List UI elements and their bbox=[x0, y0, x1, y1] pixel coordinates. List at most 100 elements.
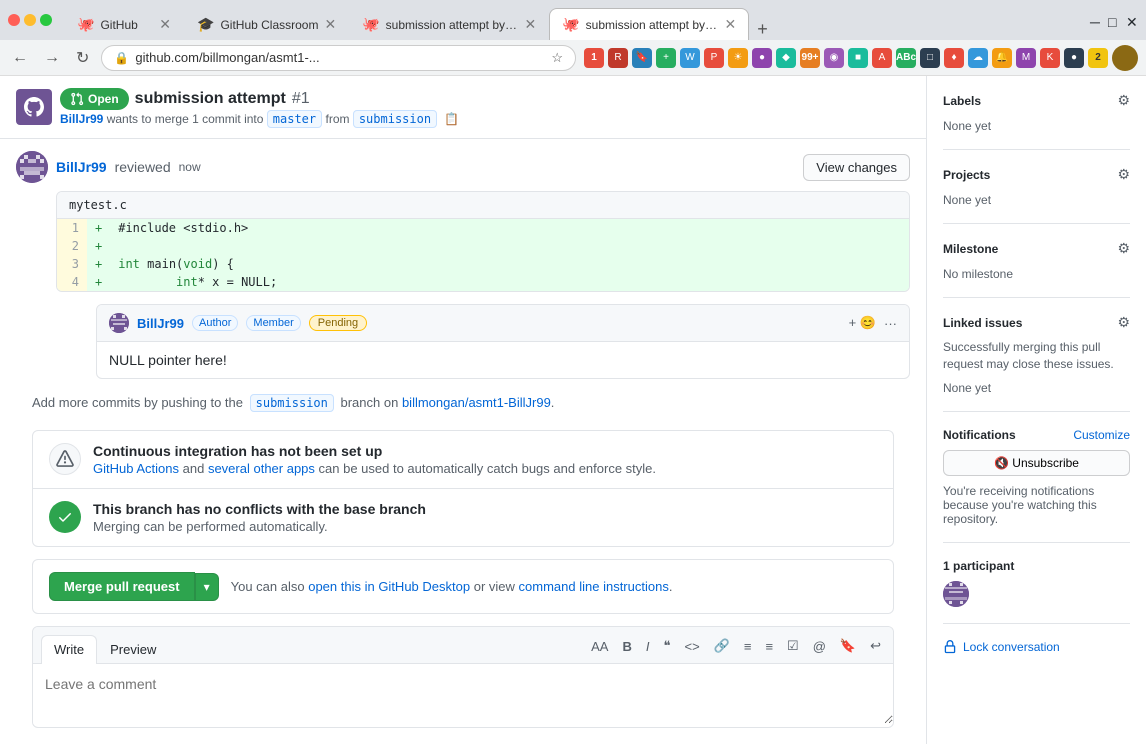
user-repo-link[interactable]: billmongan/asmt1-BillJr99 bbox=[402, 395, 551, 410]
ext-11[interactable]: ◉ bbox=[824, 48, 844, 68]
view-changes-button[interactable]: View changes bbox=[803, 154, 910, 181]
notifications-header: Notifications Customize bbox=[943, 428, 1130, 442]
sidebar-milestone-header: Milestone ⚙ bbox=[943, 240, 1130, 257]
linked-issues-gear-icon[interactable]: ⚙ bbox=[1117, 314, 1130, 331]
browser-tabs: 🐙 GitHub ✕ 🎓 GitHub Classroom ✕ 🐙 submis… bbox=[64, 0, 1078, 40]
ext-3[interactable]: 🔖 bbox=[632, 48, 652, 68]
projects-value: None yet bbox=[943, 193, 991, 207]
tab-pr2[interactable]: 🐙 submission attempt by BillJr99 ✕ bbox=[549, 8, 749, 40]
tab-classroom[interactable]: 🎓 GitHub Classroom ✕ bbox=[184, 8, 349, 40]
numbered-btn[interactable]: ≡ bbox=[761, 637, 777, 656]
close-icon[interactable]: ✕ bbox=[1126, 14, 1138, 26]
forward-button[interactable]: → bbox=[40, 45, 64, 71]
save-btn[interactable]: 🔖 bbox=[836, 636, 860, 656]
ext-12[interactable]: ■ bbox=[848, 48, 868, 68]
ext-22[interactable]: 2 bbox=[1088, 48, 1108, 68]
ext-6[interactable]: P bbox=[704, 48, 724, 68]
tag-pending: Pending bbox=[309, 315, 367, 331]
ext-1[interactable]: 1 bbox=[584, 48, 604, 68]
profile-avatar[interactable] bbox=[1112, 45, 1138, 71]
comment-more-button[interactable]: ··· bbox=[884, 316, 897, 331]
reload-button[interactable]: ↻ bbox=[72, 44, 93, 72]
ext-7[interactable]: ☀ bbox=[728, 48, 748, 68]
ext-4[interactable]: + bbox=[656, 48, 676, 68]
branch-name: submission bbox=[250, 394, 334, 412]
maximize-window-btn[interactable] bbox=[40, 14, 52, 26]
restore-icon[interactable]: □ bbox=[1108, 14, 1120, 26]
commenter-avatar bbox=[109, 313, 129, 333]
review-header: BillJr99 reviewed now View changes bbox=[16, 151, 910, 183]
tab-github-close[interactable]: ✕ bbox=[159, 16, 171, 33]
comment-thread: BillJr99 Author Member Pending + 😊 ··· N… bbox=[96, 304, 910, 379]
linked-issues-title: Linked issues bbox=[943, 316, 1022, 330]
tab-pr1-close[interactable]: ✕ bbox=[524, 16, 536, 33]
mention-btn[interactable]: @ bbox=[809, 637, 830, 656]
tab-pr1[interactable]: 🐙 submission attempt by BillJr99 ✕ bbox=[349, 8, 549, 40]
ext-15[interactable]: □ bbox=[920, 48, 940, 68]
ext-5[interactable]: W bbox=[680, 48, 700, 68]
bold-btn[interactable]: B bbox=[618, 637, 635, 656]
period: . bbox=[551, 395, 555, 410]
ext-19[interactable]: M bbox=[1016, 48, 1036, 68]
copy-branches-icon[interactable]: 📋 bbox=[444, 112, 459, 126]
heading-btn[interactable]: AA bbox=[587, 637, 612, 656]
back-button[interactable]: ← bbox=[8, 45, 32, 71]
ci-section2-content: This branch has no conflicts with the ba… bbox=[93, 501, 426, 534]
ext-10[interactable]: 99+ bbox=[800, 48, 820, 68]
github-actions-link[interactable]: GitHub Actions bbox=[93, 461, 179, 476]
lock-conversation-link[interactable]: Lock conversation bbox=[943, 640, 1130, 654]
task-btn[interactable]: ☑ bbox=[783, 636, 803, 656]
minimize-window-btn[interactable] bbox=[24, 14, 36, 26]
ext-2[interactable]: R bbox=[608, 48, 628, 68]
ext-14[interactable]: ABc bbox=[896, 48, 916, 68]
ext-16[interactable]: ♦ bbox=[944, 48, 964, 68]
link-btn[interactable]: 🔗 bbox=[710, 636, 734, 656]
ext-18[interactable]: 🔔 bbox=[992, 48, 1012, 68]
ci-title-2: This branch has no conflicts with the ba… bbox=[93, 501, 426, 517]
command-line-link[interactable]: command line instructions bbox=[519, 579, 669, 594]
code-btn[interactable]: <> bbox=[680, 637, 703, 656]
diff-row-2: 2 + bbox=[57, 237, 909, 255]
participant-avatar-1[interactable] bbox=[943, 581, 969, 607]
pr-action-text: wants to merge 1 commit into bbox=[107, 112, 264, 126]
browser-toolbar: ← → ↻ 🔒 github.com/billmongan/asmt1-... … bbox=[0, 40, 1146, 76]
ext-9[interactable]: ◆ bbox=[776, 48, 796, 68]
close-window-btn[interactable] bbox=[8, 14, 20, 26]
tab-classroom-close[interactable]: ✕ bbox=[324, 16, 336, 33]
projects-gear-icon[interactable]: ⚙ bbox=[1117, 166, 1130, 183]
participants-list bbox=[943, 581, 1130, 607]
star-icon[interactable]: ☆ bbox=[551, 50, 563, 66]
other-apps-link[interactable]: several other apps bbox=[208, 461, 315, 476]
write-tab[interactable]: Write bbox=[41, 635, 97, 664]
customize-link[interactable]: Customize bbox=[1073, 428, 1130, 442]
comment-input[interactable] bbox=[33, 664, 893, 724]
pr-number: #1 bbox=[292, 90, 310, 108]
tab-github[interactable]: 🐙 GitHub ✕ bbox=[64, 8, 184, 40]
labels-gear-icon[interactable]: ⚙ bbox=[1117, 92, 1130, 109]
quote-btn[interactable]: ❝ bbox=[659, 636, 674, 656]
emoji-react-button[interactable]: + 😊 bbox=[849, 315, 876, 331]
merge-pull-request-button[interactable]: Merge pull request bbox=[49, 572, 195, 601]
react-btn[interactable]: ↩ bbox=[866, 636, 885, 656]
ext-13[interactable]: A bbox=[872, 48, 892, 68]
merge-dropdown-button[interactable]: ▾ bbox=[195, 573, 219, 601]
ext-17[interactable]: ☁ bbox=[968, 48, 988, 68]
address-bar[interactable]: 🔒 github.com/billmongan/asmt1-... ☆ bbox=[101, 45, 576, 71]
new-tab-button[interactable]: + bbox=[749, 19, 776, 40]
content-area: Open submission attempt #1 BillJr99 want… bbox=[0, 76, 926, 744]
pr-subtitle: BillJr99 wants to merge 1 commit into ma… bbox=[60, 112, 459, 126]
italic-btn[interactable]: I bbox=[642, 637, 654, 656]
tag-member: Member bbox=[246, 315, 300, 331]
bullet-btn[interactable]: ≡ bbox=[740, 637, 756, 656]
ext-20[interactable]: K bbox=[1040, 48, 1060, 68]
preview-tab[interactable]: Preview bbox=[97, 635, 169, 663]
ext-8[interactable]: ● bbox=[752, 48, 772, 68]
notifications-desc: You're receiving notifications because y… bbox=[943, 484, 1130, 526]
unsubscribe-button[interactable]: 🔇 Unsubscribe bbox=[943, 450, 1130, 476]
sidebar-notifications-section: Notifications Customize 🔇 Unsubscribe Yo… bbox=[943, 428, 1130, 543]
milestone-gear-icon[interactable]: ⚙ bbox=[1117, 240, 1130, 257]
tab-pr2-close[interactable]: ✕ bbox=[724, 16, 736, 33]
github-desktop-link[interactable]: open this in GitHub Desktop bbox=[308, 579, 470, 594]
ext-21[interactable]: ● bbox=[1064, 48, 1084, 68]
minimize-icon[interactable]: ─ bbox=[1090, 14, 1102, 26]
